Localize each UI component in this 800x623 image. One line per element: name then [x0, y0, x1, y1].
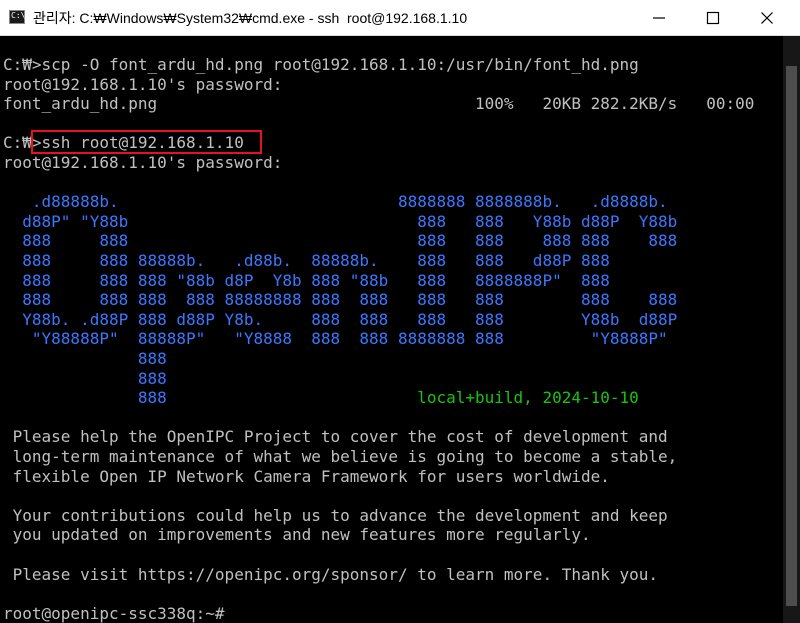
terminal-output[interactable]: C:₩>scp -O font_ardu_hd.png root@192.168…: [0, 36, 800, 623]
cmd-icon-label: C:\: [11, 11, 26, 20]
scrollbar-thumb[interactable]: [786, 66, 797, 606]
terminal-line: root@192.168.1.10's password:: [3, 74, 283, 94]
terminal-line: Please help the OpenIPC Project to cover…: [3, 427, 668, 447]
banner-line: .d88888b. 8888888 8888888b. .d8888b.: [3, 192, 668, 212]
ssh-command-highlight: [31, 130, 262, 154]
minimize-icon: [653, 17, 665, 19]
banner-line: d88P" "Y88b 888 888 Y88b d88P Y88b: [3, 211, 678, 231]
close-icon: [761, 12, 773, 24]
terminal-line: you updated on improvements and new feat…: [3, 525, 591, 545]
vertical-scrollbar[interactable]: [783, 36, 800, 623]
banner-line: 888 888 888 888 88888888 888 888 888 888…: [3, 290, 678, 310]
cmd-icon[interactable]: C:\: [9, 10, 25, 24]
minimize-button[interactable]: [636, 0, 682, 35]
banner-line: "Y88888P" 88888P" "Y8888 888 888 8888888…: [3, 329, 668, 349]
build-info-text: local+build, 2024-10-10: [166, 388, 639, 408]
terminal-line: flexible Open IP Network Camera Framewor…: [3, 466, 610, 486]
banner-line: 888: [3, 349, 167, 368]
terminal-line: Please visit https://openipc.org/sponsor…: [3, 564, 659, 584]
banner-line: Y88b. .d88P 888 d88P Y8b. 888 888 888 88…: [3, 309, 678, 329]
banner-line: 888 888 888 "88b d8P Y8b 888 "88b 888 88…: [3, 270, 610, 290]
banner-line: 888 888 88888b. .d88b. 88888b. 888 888 d…: [3, 251, 610, 270]
cmd-window: C:\ 관리자: C:₩Windows₩System32₩cmd.exe - s…: [0, 0, 800, 623]
terminal-line: long-term maintenance of what we believe…: [3, 447, 678, 466]
terminal-line: font_ardu_hd.png 100% 20KB 282.2KB/s 00:…: [3, 94, 755, 114]
terminal-line: Your contributions could help us to adva…: [3, 505, 668, 525]
maximize-button[interactable]: [690, 0, 736, 35]
banner-fragment: 888: [3, 388, 167, 408]
title-bar[interactable]: C:\ 관리자: C:₩Windows₩System32₩cmd.exe - s…: [0, 0, 800, 36]
banner-line: 888: [3, 368, 167, 388]
build-info-line: 888 local+build, 2024-10-10: [3, 388, 639, 408]
terminal-line: C:₩>scp -O font_ardu_hd.png root@192.168…: [3, 55, 639, 74]
terminal-line: root@192.168.1.10's password:: [3, 153, 283, 172]
window-title: 관리자: C:₩Windows₩System32₩cmd.exe - ssh r…: [33, 10, 468, 26]
maximize-icon: [706, 11, 720, 25]
shell-prompt: root@openipc-ssc338q:~#: [3, 603, 225, 623]
close-button[interactable]: [744, 0, 790, 35]
banner-line: 888 888 888 888 888 888 888: [3, 231, 678, 251]
